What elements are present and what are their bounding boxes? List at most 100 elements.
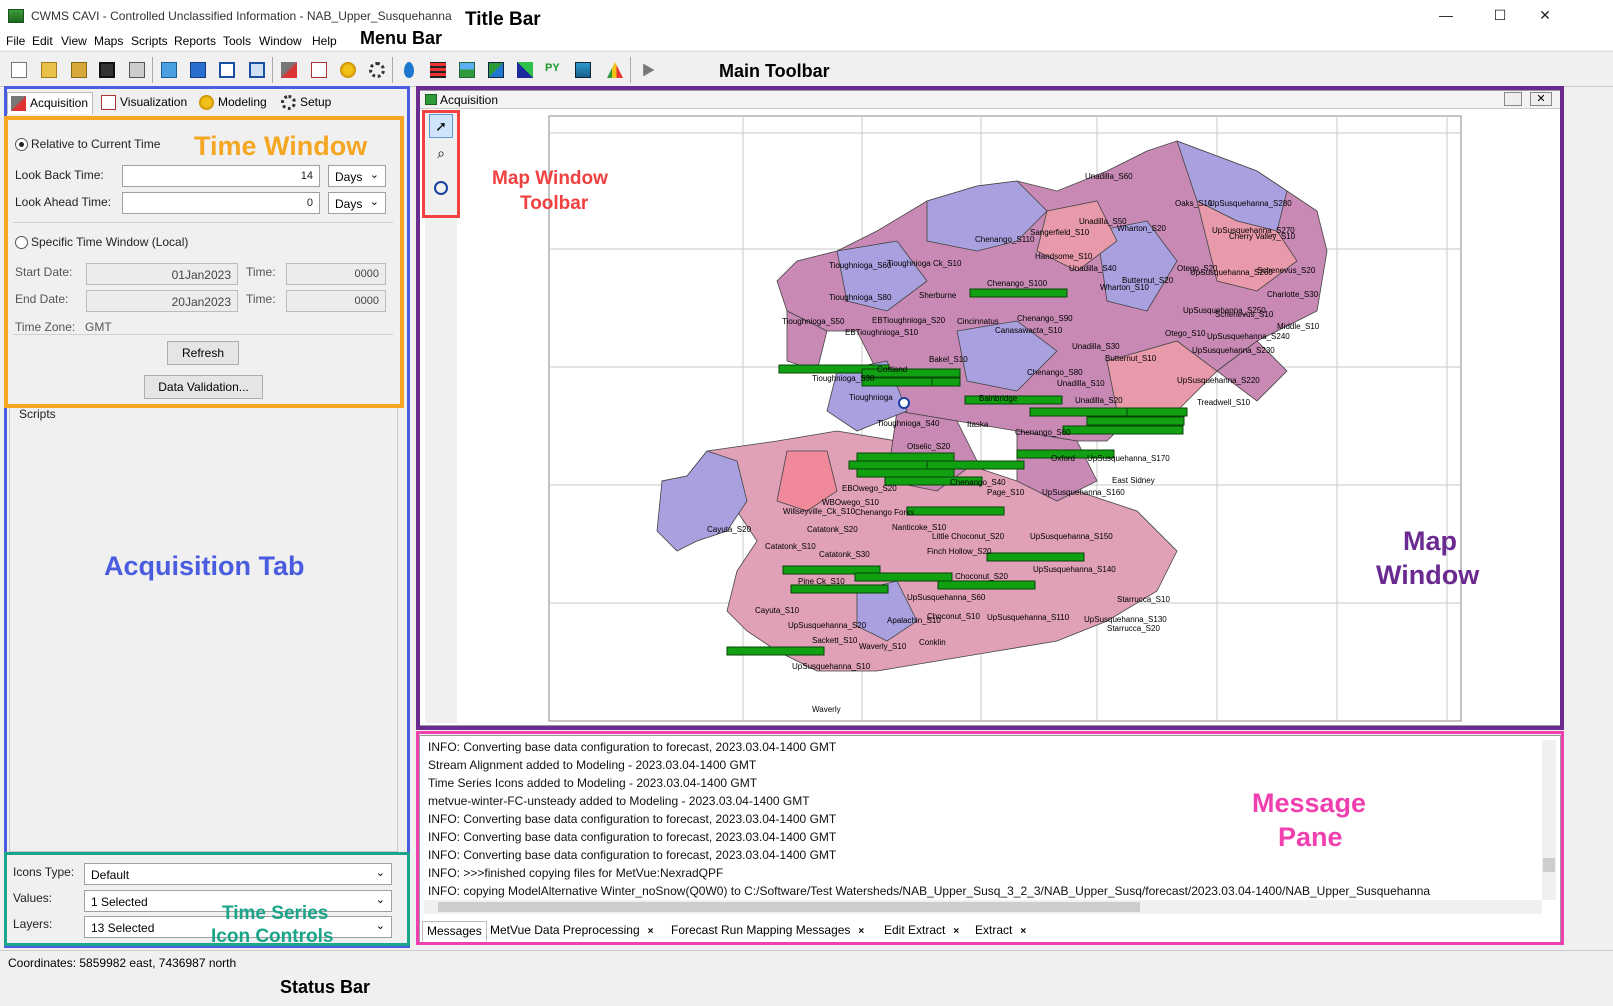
print-icon[interactable] bbox=[126, 59, 146, 79]
annotation-status-bar: Status Bar bbox=[280, 977, 371, 997]
chevron-down-icon: ⌄ bbox=[369, 196, 379, 208]
menu-edit[interactable]: Edit bbox=[32, 34, 53, 48]
map-label: EBTioughnioga_S10 bbox=[845, 328, 919, 337]
look-back-input[interactable]: 14 bbox=[122, 165, 320, 187]
close-button[interactable]: ✕ bbox=[1522, 4, 1568, 28]
tab-setup-label: Setup bbox=[300, 95, 332, 109]
map-icon[interactable] bbox=[485, 59, 505, 79]
close-icon[interactable]: × bbox=[953, 926, 959, 937]
menu-help[interactable]: Help bbox=[312, 34, 337, 48]
menu-reports[interactable]: Reports bbox=[174, 34, 216, 48]
start-time-input[interactable]: 0000 bbox=[286, 263, 386, 285]
tab-visualization[interactable]: Visualization bbox=[98, 92, 193, 114]
grid-icon[interactable] bbox=[427, 59, 447, 79]
zoom-tool-icon[interactable]: ⌕ bbox=[429, 141, 453, 165]
end-date-input[interactable]: 20Jan2023 bbox=[86, 290, 238, 312]
visualization-icon[interactable] bbox=[308, 59, 328, 79]
icons-type-select[interactable]: Default ⌄ bbox=[84, 863, 392, 885]
ts-icon bbox=[854, 572, 953, 582]
save-icon[interactable] bbox=[96, 59, 116, 79]
map-label: Unadilla_S30 bbox=[1072, 342, 1120, 351]
ts-icon bbox=[1029, 407, 1128, 417]
map-label: Sackett_S10 bbox=[812, 636, 858, 645]
ts-icon bbox=[790, 584, 889, 594]
divider bbox=[13, 222, 393, 223]
menu-maps[interactable]: Maps bbox=[94, 34, 123, 48]
menu-file[interactable]: File bbox=[6, 34, 25, 48]
look-back-unit-select[interactable]: Days ⌄ bbox=[328, 165, 386, 187]
water-drop-icon[interactable] bbox=[398, 59, 418, 79]
close-icon[interactable]: × bbox=[1020, 926, 1026, 937]
vertical-scrollbar[interactable] bbox=[1542, 740, 1556, 900]
map-label: UpSusquehanna_S170 bbox=[1087, 454, 1170, 463]
map-label: East Sidney bbox=[1112, 476, 1155, 485]
display-icon[interactable] bbox=[572, 59, 592, 79]
sync-icon[interactable] bbox=[158, 59, 178, 79]
scrollbar-thumb[interactable] bbox=[438, 902, 1140, 912]
tab-setup[interactable]: Setup bbox=[278, 92, 340, 114]
chart-icon[interactable] bbox=[604, 59, 624, 79]
close-icon[interactable]: × bbox=[648, 926, 654, 937]
menu-bar: File Edit View Maps Scripts Reports Tool… bbox=[0, 32, 1613, 50]
close-icon[interactable]: ✕ bbox=[1530, 92, 1552, 106]
pointer-tool-icon[interactable]: ➚ bbox=[429, 114, 453, 138]
look-ahead-input[interactable]: 0 bbox=[122, 192, 320, 214]
map-label: Nanticoke_S10 bbox=[892, 523, 947, 532]
ts-icon bbox=[986, 552, 1085, 562]
icons-type-value: Default bbox=[91, 868, 130, 882]
north-arrow-icon[interactable] bbox=[429, 175, 453, 199]
map-label: Chenango Forks bbox=[855, 508, 914, 517]
tab-acquisition-label: Acquisition bbox=[30, 96, 89, 110]
horizontal-scrollbar[interactable] bbox=[424, 900, 1542, 914]
message-pane[interactable]: INFO: Converting base data configuration… bbox=[419, 735, 1561, 943]
run-icon[interactable] bbox=[637, 59, 657, 79]
start-date-label: Start Date: bbox=[15, 265, 73, 279]
modeling-icon[interactable] bbox=[337, 59, 357, 79]
refresh-button[interactable]: Refresh bbox=[167, 341, 239, 365]
restore-icon[interactable] bbox=[1504, 92, 1522, 106]
map-label: UpSusquehanna_S150 bbox=[1030, 532, 1113, 541]
landscape-icon[interactable] bbox=[456, 59, 476, 79]
raster-icon[interactable] bbox=[514, 59, 534, 79]
cascade-icon[interactable] bbox=[246, 59, 266, 79]
new-icon[interactable] bbox=[8, 59, 28, 79]
acquisition-icon[interactable] bbox=[278, 59, 298, 79]
relative-time-radio[interactable] bbox=[15, 138, 28, 151]
open-icon[interactable] bbox=[38, 59, 58, 79]
tab-extract[interactable]: Extract × bbox=[971, 921, 1030, 941]
setup-icon[interactable] bbox=[366, 59, 386, 79]
menu-tools[interactable]: Tools bbox=[223, 34, 251, 48]
maximize-button[interactable]: ☐ bbox=[1477, 4, 1523, 28]
open-folder-icon[interactable] bbox=[68, 59, 88, 79]
end-time-input[interactable]: 0000 bbox=[286, 290, 386, 312]
map-label: UpSusquehanna_S20 bbox=[788, 621, 867, 630]
look-ahead-unit-select[interactable]: Days ⌄ bbox=[328, 192, 386, 214]
timezone-value: GMT bbox=[85, 320, 112, 334]
map-canvas[interactable]: Unadilla_S60 UpSusquehanna_S280 Oaks_S10… bbox=[457, 111, 1559, 723]
values-value: 1 Selected bbox=[91, 895, 148, 909]
tab-modeling[interactable]: Modeling bbox=[196, 92, 276, 114]
close-icon[interactable]: × bbox=[858, 926, 864, 937]
start-date-input[interactable]: 01Jan2023 bbox=[86, 263, 238, 285]
annotation-map-window-2: Window bbox=[1376, 560, 1480, 590]
layout-icon[interactable] bbox=[216, 59, 236, 79]
menu-window[interactable]: Window bbox=[259, 34, 302, 48]
python-icon[interactable]: PY bbox=[543, 59, 563, 79]
annotation-menu-bar: Menu Bar bbox=[360, 28, 443, 48]
tab-messages[interactable]: Messages bbox=[422, 921, 487, 941]
tab-edit-extract[interactable]: Edit Extract × bbox=[880, 921, 963, 941]
ts-icon bbox=[856, 468, 955, 478]
refresh-icon[interactable] bbox=[187, 59, 207, 79]
scrollbar-thumb[interactable] bbox=[1543, 858, 1555, 872]
tab-forecast-label: Forecast Run Mapping Messages bbox=[671, 923, 851, 937]
menu-view[interactable]: View bbox=[61, 34, 87, 48]
tab-metvue-preprocessing[interactable]: MetVue Data Preprocessing × bbox=[486, 921, 657, 941]
tab-forecast-run-mapping[interactable]: Forecast Run Mapping Messages × bbox=[667, 921, 868, 941]
specific-time-radio[interactable] bbox=[15, 236, 28, 249]
data-validation-button[interactable]: Data Validation... bbox=[144, 375, 263, 399]
ts-icon bbox=[931, 377, 961, 387]
tab-acquisition[interactable]: Acquisition bbox=[7, 92, 93, 114]
message-line: INFO: copying ModelAlternative Winter_no… bbox=[428, 884, 1431, 898]
minimize-button[interactable]: — bbox=[1423, 4, 1469, 28]
menu-scripts[interactable]: Scripts bbox=[131, 34, 168, 48]
